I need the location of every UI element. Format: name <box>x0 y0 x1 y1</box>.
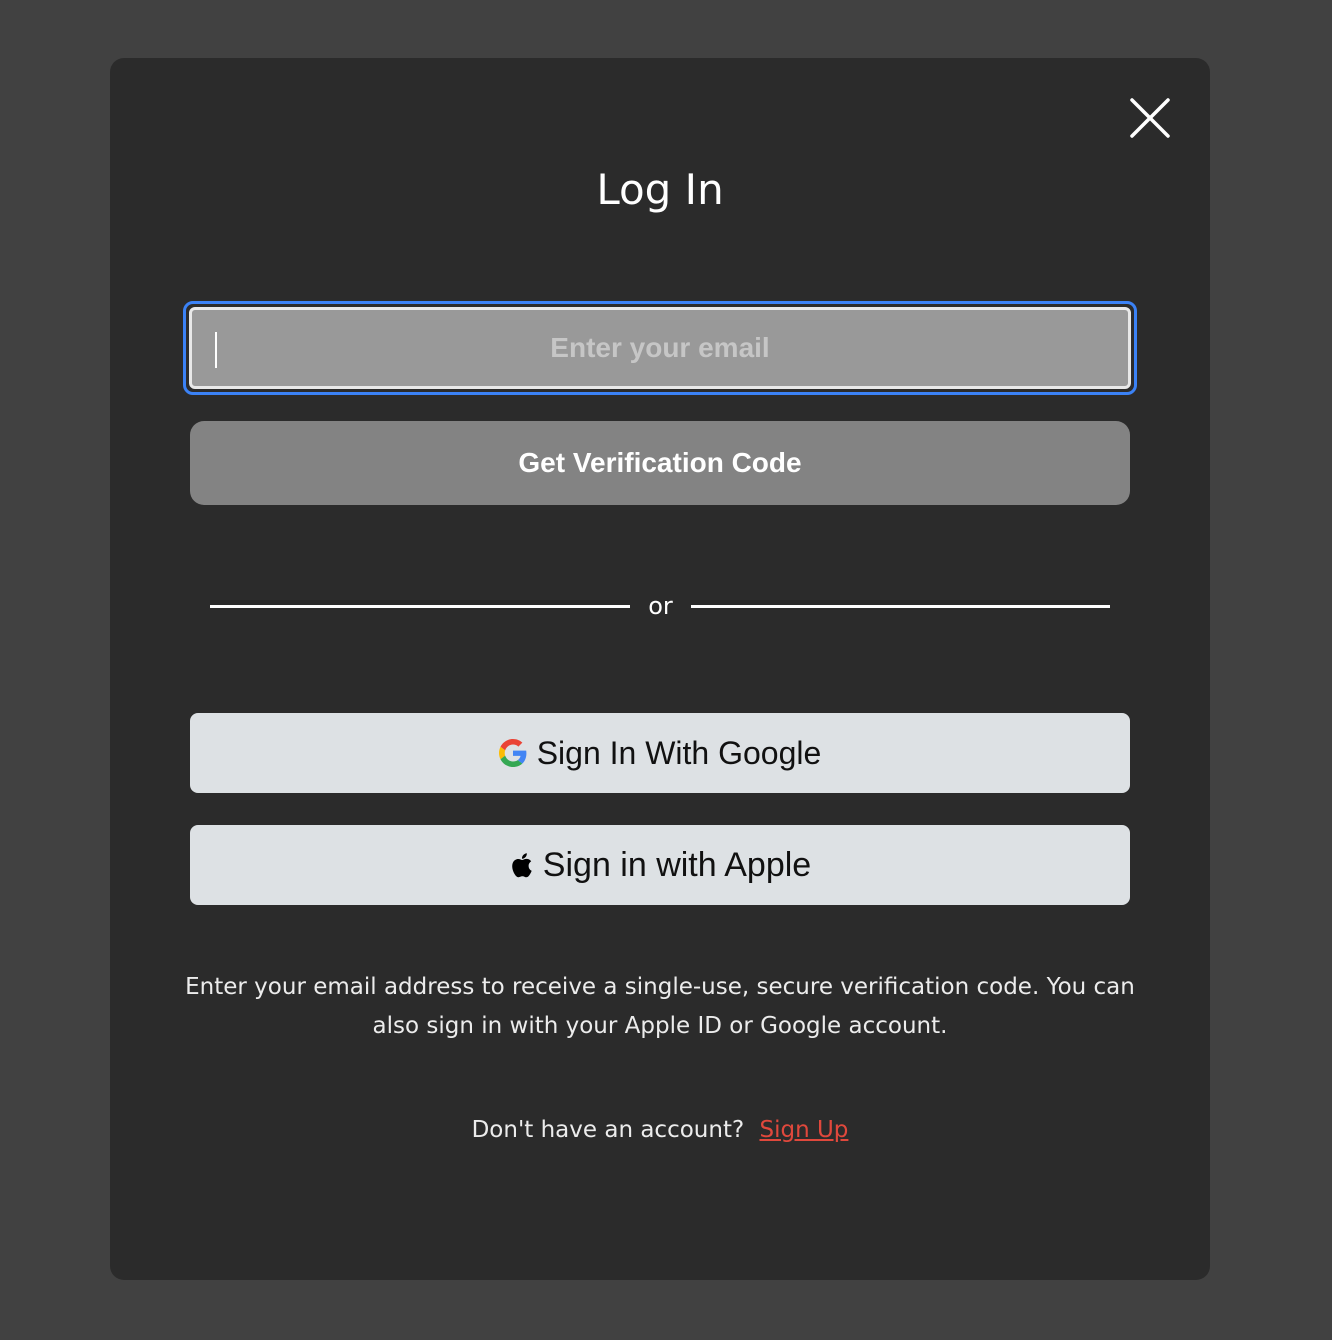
google-logo-icon <box>498 739 527 767</box>
help-text: Enter your email address to receive a si… <box>185 974 1135 1039</box>
sign-in-with-google-button[interactable]: Sign In With Google <box>190 713 1130 793</box>
close-icon <box>1130 98 1170 138</box>
signup-row: Don't have an account? Sign Up <box>110 1110 1210 1150</box>
google-button-label: Sign In With Google <box>536 734 822 771</box>
close-button[interactable] <box>1130 98 1170 138</box>
signup-prompt: Don't have an account? <box>471 1117 745 1143</box>
sign-in-with-apple-button[interactable]: Sign in with Apple <box>190 825 1130 905</box>
email-input[interactable] <box>189 307 1131 389</box>
modal-title: Log In <box>596 165 724 214</box>
or-divider: or <box>210 586 1110 626</box>
apple-logo-icon <box>509 851 533 879</box>
divider-line-left <box>210 605 630 608</box>
apple-button-label: Sign in with Apple <box>542 845 812 884</box>
text-caret <box>215 332 217 368</box>
login-modal: Log In Get Verification Code or Sign In … <box>110 58 1210 1280</box>
get-verification-code-button[interactable]: Get Verification Code <box>190 421 1130 505</box>
sign-up-link[interactable]: Sign Up <box>759 1117 848 1143</box>
divider-label: or <box>648 592 673 620</box>
email-field-wrapper <box>183 301 1137 395</box>
divider-line-right <box>691 605 1110 608</box>
